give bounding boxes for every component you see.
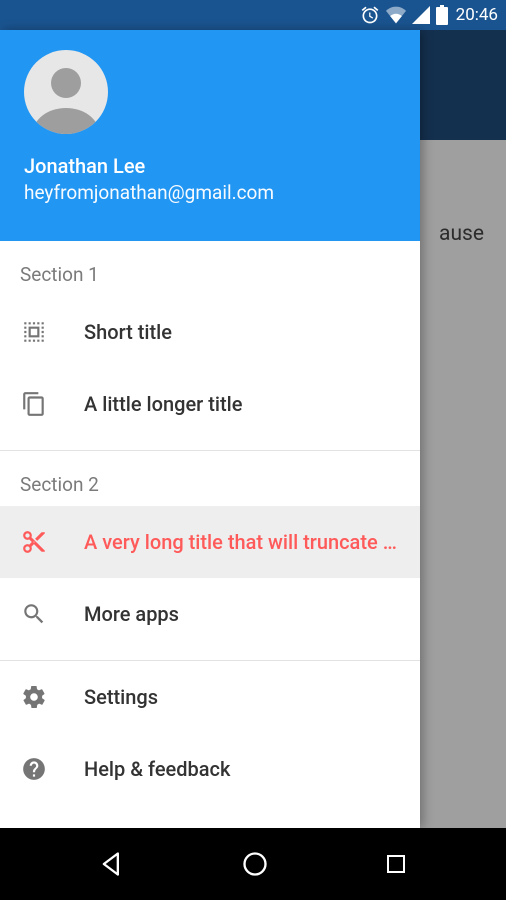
section-2-label: Section 2: [0, 451, 420, 506]
status-bar: 20:46: [0, 0, 506, 30]
nav-item-short-title[interactable]: Short title: [0, 296, 420, 368]
home-button[interactable]: [241, 850, 269, 878]
system-nav-bar: [0, 828, 506, 900]
wifi-icon: [386, 6, 406, 24]
avatar[interactable]: [24, 50, 108, 134]
battery-icon: [436, 5, 448, 25]
recents-button[interactable]: [384, 852, 408, 876]
nav-item-label: A little longer title: [84, 392, 400, 416]
section-1-label: Section 1: [0, 241, 420, 296]
select-all-icon: [20, 318, 48, 346]
user-email: heyfromjonathan@gmail.com: [24, 181, 396, 204]
back-button[interactable]: [98, 850, 126, 878]
search-icon: [20, 600, 48, 628]
gear-icon: [20, 683, 48, 711]
nav-item-label: Help & feedback: [84, 757, 400, 781]
nav-item-settings[interactable]: Settings: [0, 661, 420, 733]
nav-item-label: Settings: [84, 685, 400, 709]
cellular-icon: [412, 6, 430, 24]
status-time: 20:46: [456, 5, 498, 25]
nav-item-label: More apps: [84, 602, 400, 626]
drawer-body: Section 1 Short title A little longer ti…: [0, 241, 420, 828]
nav-item-long-title[interactable]: A very long title that will truncate bec…: [0, 506, 420, 578]
copy-icon: [20, 390, 48, 418]
alarm-icon: [360, 5, 380, 25]
user-name: Jonathan Lee: [24, 154, 396, 178]
nav-item-longer-title[interactable]: A little longer title: [0, 368, 420, 440]
drawer-header: Jonathan Lee heyfromjonathan@gmail.com: [0, 30, 420, 241]
nav-item-label: A very long title that will truncate bec…: [84, 530, 400, 554]
nav-item-label: Short title: [84, 320, 400, 344]
navigation-drawer: Jonathan Lee heyfromjonathan@gmail.com S…: [0, 30, 420, 828]
nav-item-help[interactable]: Help & feedback: [0, 733, 420, 805]
cut-icon: [20, 528, 48, 556]
help-icon: [20, 755, 48, 783]
nav-item-more-apps[interactable]: More apps: [0, 578, 420, 650]
